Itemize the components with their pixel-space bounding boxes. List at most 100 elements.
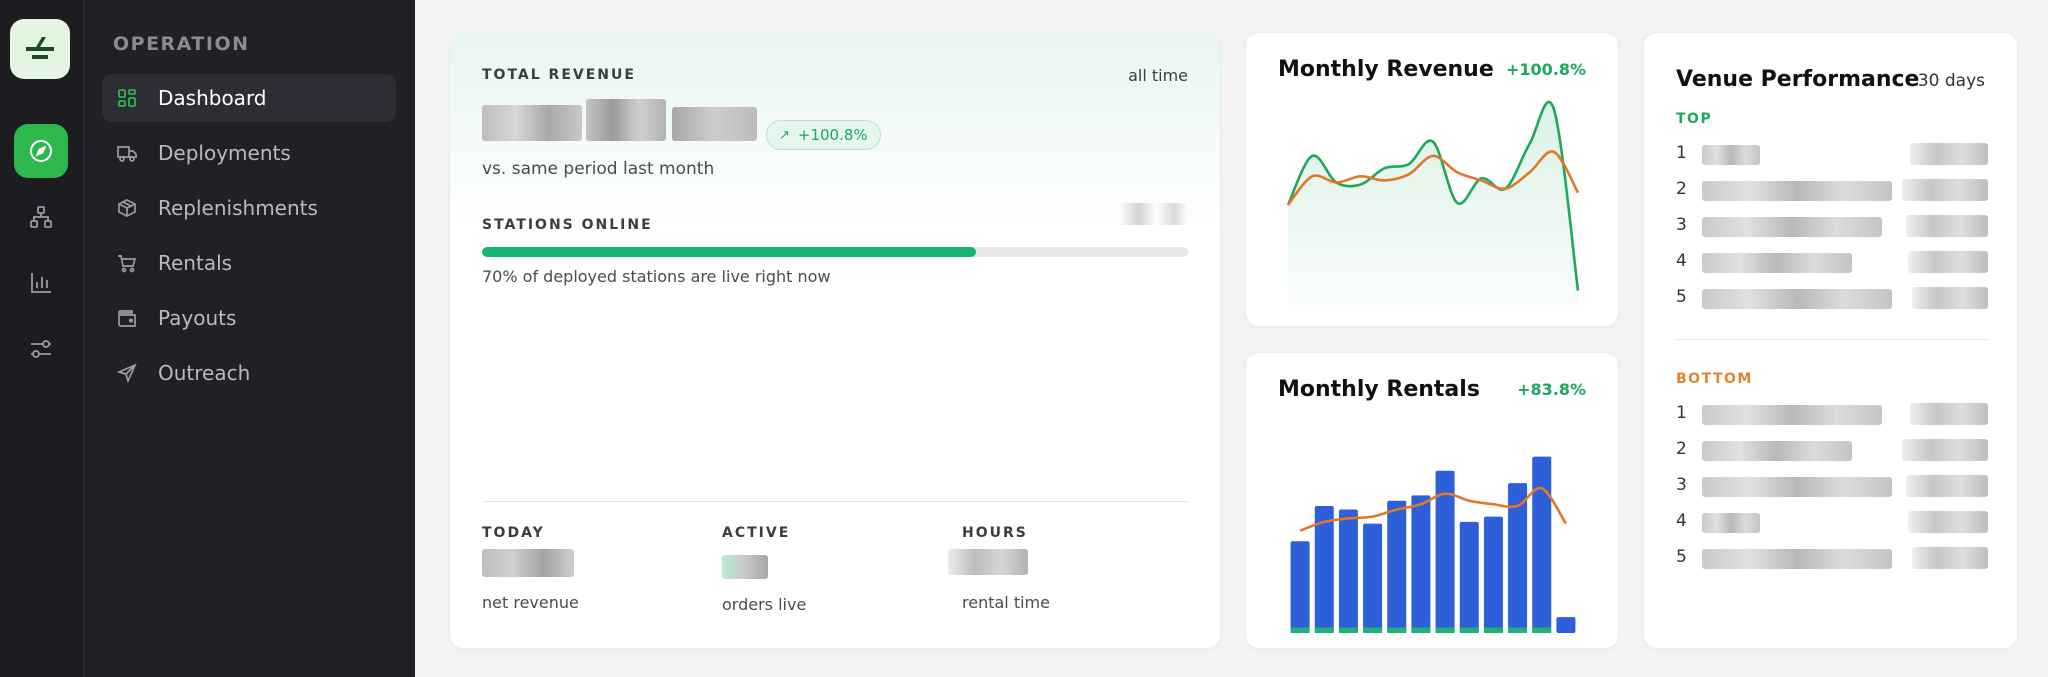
cart-icon <box>116 252 138 274</box>
stat-today: TODAY net revenue <box>482 525 702 612</box>
venue-value-redacted <box>1902 439 1988 461</box>
venue-name-redacted <box>1702 441 1852 461</box>
venue-value-redacted <box>1906 215 1988 237</box>
stations-count-redacted <box>1118 203 1188 225</box>
logo-mark-icon <box>26 37 54 59</box>
stat-caption: net revenue <box>482 593 579 612</box>
rentals-bar <box>1290 541 1310 633</box>
rentals-bar <box>1556 617 1576 633</box>
org-chart-icon <box>30 206 52 228</box>
stat-value-redacted <box>482 549 574 577</box>
venue-name-redacted <box>1702 477 1892 497</box>
stations-progress-bar <box>482 247 1188 257</box>
bar-chart-icon <box>31 273 51 293</box>
venue-row[interactable]: 1 <box>1676 401 1988 429</box>
rentals-bar <box>1483 516 1503 633</box>
venue-name-redacted <box>1702 549 1892 569</box>
nav-item-label: Deployments <box>158 141 291 165</box>
stats-divider <box>482 501 1188 502</box>
monthly-revenue-card: Monthly Revenue +100.8% <box>1245 32 1619 327</box>
venue-value-redacted <box>1902 179 1988 201</box>
venue-rank: 5 <box>1676 547 1687 567</box>
venue-row[interactable]: 3 <box>1676 213 1988 241</box>
venue-name-redacted <box>1702 289 1892 309</box>
venue-value-redacted <box>1908 511 1988 533</box>
stations-progress-fill <box>482 247 977 257</box>
nav-item-label: Rentals <box>158 251 233 275</box>
stat-value-redacted <box>948 549 1028 575</box>
rentals-bar <box>1338 509 1358 633</box>
venue-row[interactable]: 4 <box>1676 509 1988 537</box>
rail-org-button[interactable] <box>14 190 68 244</box>
venue-row[interactable]: 5 <box>1676 545 1988 573</box>
venue-rank: 3 <box>1676 215 1687 235</box>
stat-label: ACTIVE <box>722 525 791 541</box>
arrow-up-right-icon: ↗ <box>779 127 790 143</box>
venue-bottom-label: BOTTOM <box>1676 371 1753 387</box>
venue-period: 30 days <box>1917 71 1985 91</box>
venue-rank: 5 <box>1676 287 1687 307</box>
app-logo[interactable] <box>10 19 70 79</box>
rentals-bar-segment <box>1508 627 1528 633</box>
venue-rank: 1 <box>1676 143 1687 163</box>
nav-item-deployments[interactable]: Deployments <box>102 129 396 177</box>
venue-rank: 1 <box>1676 403 1687 423</box>
venue-row[interactable]: 3 <box>1676 473 1988 501</box>
icon-rail <box>0 0 84 677</box>
revenue-delta-value: +100.8% <box>797 126 868 144</box>
rail-analytics-button[interactable] <box>14 256 68 310</box>
venue-row[interactable]: 1 <box>1676 141 1988 169</box>
venue-value-redacted <box>1912 287 1988 309</box>
monthly-revenue-chart <box>1286 100 1580 311</box>
venue-name-redacted <box>1702 405 1882 425</box>
rentals-bar-segment <box>1532 627 1552 633</box>
stations-caption: 70% of deployed stations are live right … <box>482 267 831 286</box>
rentals-bar-segment <box>1411 627 1431 633</box>
rail-settings-button[interactable] <box>14 322 68 376</box>
venue-row[interactable]: 4 <box>1676 249 1988 277</box>
rentals-bar-segment <box>1387 627 1407 633</box>
venue-rank: 3 <box>1676 475 1687 495</box>
rentals-bar-segment <box>1459 627 1479 633</box>
venue-top-label: TOP <box>1676 111 1713 127</box>
venue-value-redacted <box>1910 403 1988 425</box>
nav-item-label: Dashboard <box>158 86 267 110</box>
nav-item-rentals[interactable]: Rentals <box>102 239 396 287</box>
grid-icon <box>116 87 138 109</box>
truck-icon <box>116 142 138 164</box>
box-icon <box>116 197 138 219</box>
nav-item-payouts[interactable]: Payouts <box>102 294 396 342</box>
venue-rank: 2 <box>1676 179 1687 199</box>
venue-performance-title: Venue Performance <box>1676 67 1920 92</box>
total-revenue-label: TOTAL REVENUE <box>482 67 636 83</box>
stations-online-label: STATIONS ONLINE <box>482 217 653 233</box>
venue-row[interactable]: 2 <box>1676 437 1988 465</box>
nav-item-replenishments[interactable]: Replenishments <box>102 184 396 232</box>
wallet-icon <box>116 307 138 329</box>
venue-name-redacted <box>1702 181 1892 201</box>
revenue-value-redacted <box>482 95 757 145</box>
monthly-rentals-card: Monthly Rentals +83.8% <box>1245 352 1619 649</box>
stat-label: TODAY <box>482 525 545 541</box>
nav-item-outreach[interactable]: Outreach <box>102 349 396 397</box>
rentals-bar <box>1459 521 1479 633</box>
stat-caption: rental time <box>962 593 1050 612</box>
venue-row[interactable]: 2 <box>1676 177 1988 205</box>
sliders-icon <box>31 340 51 358</box>
venue-value-redacted <box>1910 143 1988 165</box>
venue-row[interactable]: 5 <box>1676 285 1988 313</box>
nav-item-dashboard[interactable]: Dashboard <box>102 74 396 122</box>
venue-divider <box>1676 339 1988 340</box>
venue-name-redacted <box>1702 253 1852 273</box>
revenue-delta-badge: ↗ +100.8% <box>766 120 881 150</box>
stat-active: ACTIVE orders live <box>722 525 942 614</box>
rentals-bar <box>1532 456 1552 633</box>
venue-performance-card: Venue Performance 30 days TOP 1 2 3 4 5 BOTT… <box>1643 32 2018 649</box>
rentals-bar <box>1363 523 1383 633</box>
rail-compass-button[interactable] <box>14 124 68 178</box>
rentals-bar-segment <box>1483 627 1503 633</box>
total-revenue-card: TOTAL REVENUE all time ↗ +100.8% vs. sam… <box>449 32 1221 649</box>
venue-value-redacted <box>1912 547 1988 569</box>
compass-icon <box>30 140 52 162</box>
stat-caption: orders live <box>722 595 807 614</box>
